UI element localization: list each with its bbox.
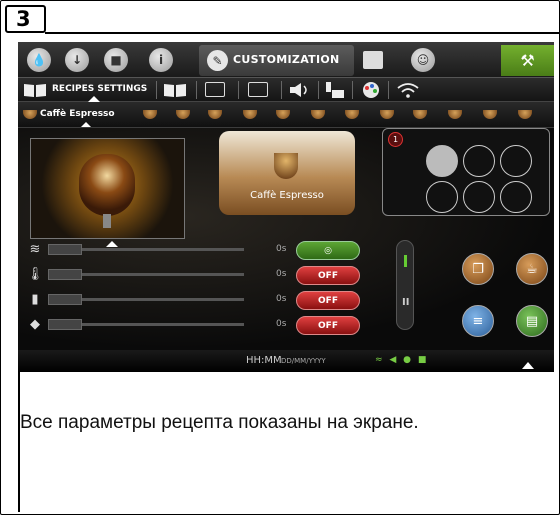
- recipe-cup-icon[interactable]: [413, 110, 427, 119]
- slider-knob[interactable]: [48, 244, 82, 255]
- cup-slot[interactable]: [500, 145, 532, 177]
- sub-tab-bar: RECIPES SETTINGS: [18, 78, 554, 102]
- location-pin-icon[interactable]: ◎: [296, 241, 360, 260]
- header-rule: [45, 32, 560, 34]
- recipe-editor: Caffè Espresso 1 ≋ 0s ◎ 🌡 0s OFF ▮ 0s OF…: [18, 128, 554, 350]
- thermometer-icon: 🌡: [26, 266, 44, 282]
- recipe-cup-icon[interactable]: [518, 110, 532, 119]
- cup-preview-button[interactable]: ☕: [516, 253, 548, 285]
- parameter-row: ≋ 0s ◎: [26, 240, 376, 260]
- recipe-strip: Caffè Espresso: [18, 102, 554, 128]
- milk-bottle-icon: ▮: [31, 291, 39, 307]
- cup-icon: [274, 153, 298, 179]
- date: DD/MM/YYYY: [281, 357, 326, 365]
- recipe-card[interactable]: Caffè Espresso: [219, 131, 355, 215]
- pitcher-icon[interactable]: [324, 80, 346, 100]
- selected-indicator: [81, 122, 91, 127]
- user-icon[interactable]: ☺: [411, 48, 435, 72]
- parameter-value: 0s: [276, 269, 287, 279]
- recipe-cup-icon[interactable]: [380, 110, 394, 119]
- book-icon: [24, 84, 46, 97]
- recipe-cup-icon[interactable]: [143, 110, 157, 119]
- instruction-caption: Все параметры рецепта показаны на экране…: [20, 412, 419, 433]
- parameter-row: ◆ 0s OFF: [26, 315, 376, 335]
- status-bar: HH:MM DD/MM/YYYY ≈ ◀ ● ■: [18, 350, 554, 372]
- recipe-selected-label[interactable]: Caffè Espresso: [40, 109, 115, 119]
- parameter-value: 0s: [276, 319, 287, 329]
- cup-slot[interactable]: [500, 181, 532, 213]
- caption-rule: [18, 372, 20, 512]
- cup-slot[interactable]: [426, 145, 458, 177]
- wifi-icon[interactable]: [396, 81, 420, 99]
- divider: [352, 81, 353, 99]
- recipe-cup-icon[interactable]: [345, 110, 359, 119]
- open-book-icon[interactable]: [163, 82, 187, 98]
- divider: [388, 81, 389, 99]
- brew-side-control[interactable]: II: [396, 240, 414, 330]
- recipe-cup-icon[interactable]: [276, 110, 290, 119]
- tab-recipes-settings[interactable]: RECIPES SETTINGS: [52, 84, 147, 94]
- cup-icon[interactable]: ■: [104, 48, 128, 72]
- espresso-glass-image: [79, 154, 135, 216]
- toggle-off-button[interactable]: OFF: [296, 291, 360, 310]
- download-icon[interactable]: ↓: [65, 48, 89, 72]
- parameter-value: 0s: [276, 244, 287, 254]
- cup-slot[interactable]: [463, 181, 495, 213]
- parameter-row: 🌡 0s OFF: [26, 265, 376, 285]
- save-button[interactable]: ▤: [516, 305, 548, 337]
- toggle-off-button[interactable]: OFF: [296, 316, 360, 335]
- parameter-value: 0s: [276, 294, 287, 304]
- divider: [318, 81, 319, 99]
- recipe-cup-icon[interactable]: [23, 110, 37, 119]
- tab-customization-label: CUSTOMIZATION: [233, 53, 340, 66]
- status-icons: ≈ ◀ ● ■: [375, 355, 429, 365]
- screen-icon[interactable]: [248, 82, 268, 97]
- machine-screen: 💧 ↓ ■ i ✎ CUSTOMIZATION ☺ ⚒ RECIPES SETT…: [18, 42, 554, 372]
- divider: [156, 81, 157, 99]
- toggle-off-button[interactable]: OFF: [296, 266, 360, 285]
- info-icon[interactable]: i: [149, 48, 173, 72]
- expand-arrow-icon[interactable]: [522, 362, 534, 369]
- divider: [281, 81, 282, 99]
- recipe-card-label: Caffè Espresso: [250, 190, 324, 201]
- glass-stem: [103, 214, 111, 228]
- pause-icon[interactable]: II: [402, 297, 409, 308]
- step-number: 3: [5, 5, 46, 33]
- status-indicator: [404, 255, 407, 267]
- top-tab-bar: 💧 ↓ ■ i ✎ CUSTOMIZATION ☺ ⚒: [18, 42, 554, 78]
- flow-icon: ≋: [29, 241, 41, 257]
- cup-slot[interactable]: [426, 181, 458, 213]
- recipe-cup-icon[interactable]: [311, 110, 325, 119]
- parameter-row: ▮ 0s OFF: [26, 290, 376, 310]
- divider: [238, 81, 239, 99]
- pencil-icon: ✎: [207, 50, 228, 71]
- cup-position-grid: 1: [382, 128, 550, 216]
- wrench-icon[interactable]: ⚒: [501, 45, 554, 76]
- clock: HH:MM: [246, 355, 282, 366]
- recipe-preview[interactable]: [30, 138, 185, 247]
- palette-icon[interactable]: [360, 80, 382, 100]
- notes-button[interactable]: ≡: [462, 305, 494, 337]
- slider-knob[interactable]: [48, 269, 82, 280]
- grinder-icon: ◆: [30, 316, 40, 332]
- grid-icon[interactable]: [363, 51, 383, 69]
- copy-recipe-button[interactable]: ❐: [462, 253, 494, 285]
- divider: [196, 81, 197, 99]
- slider-knob[interactable]: [48, 294, 82, 305]
- picture-icon[interactable]: [205, 82, 225, 97]
- recipe-cup-icon[interactable]: [176, 110, 190, 119]
- recipe-cup-icon[interactable]: [483, 110, 497, 119]
- recipe-cup-icon[interactable]: [208, 110, 222, 119]
- speaker-icon[interactable]: [288, 82, 312, 98]
- recipe-cup-icon[interactable]: [448, 110, 462, 119]
- recipe-cup-icon[interactable]: [243, 110, 257, 119]
- water-drop-icon[interactable]: 💧: [27, 48, 51, 72]
- grid-badge: 1: [388, 132, 403, 147]
- cup-slot[interactable]: [463, 145, 495, 177]
- slider-knob[interactable]: [48, 319, 82, 330]
